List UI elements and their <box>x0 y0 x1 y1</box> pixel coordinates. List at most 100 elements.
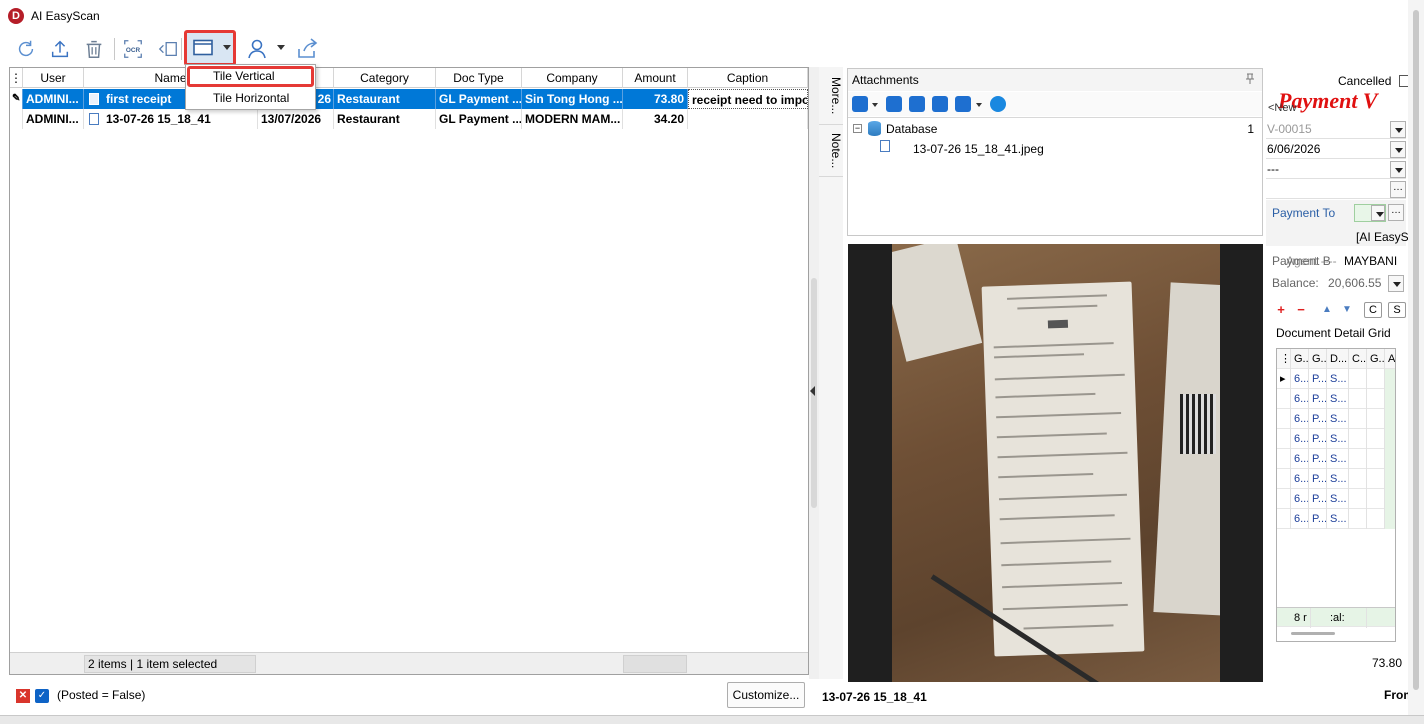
clear-filter-icon[interactable]: ✕ <box>16 689 30 703</box>
row-indicator <box>1277 469 1291 489</box>
column-header-g1[interactable]: G... <box>1291 349 1309 369</box>
cell <box>1349 449 1367 469</box>
table-row[interactable]: 6... P... S... 7 <box>1277 389 1395 409</box>
detail-grid-hscroll[interactable] <box>1291 632 1335 635</box>
table-row[interactable]: 6... P... S... 4 <box>1277 509 1395 529</box>
image-file-icon <box>880 140 890 152</box>
cloud-upload-icon[interactable] <box>990 96 1006 112</box>
cell: S... <box>1327 509 1349 529</box>
ellipsis-button[interactable]: … <box>1390 181 1406 198</box>
refresh-icon[interactable] <box>14 37 38 61</box>
table-row[interactable]: ✎ ADMINI... first receipt 26 Restaurant … <box>10 89 808 109</box>
tab-more[interactable]: More... <box>819 71 843 125</box>
link-icon[interactable] <box>852 96 868 112</box>
column-header-company[interactable]: Company <box>522 68 623 88</box>
move-down-icon[interactable]: ▼ <box>1338 302 1356 318</box>
add-row-icon[interactable]: + <box>1272 302 1290 318</box>
payment-to-lookup-button[interactable]: … <box>1388 204 1404 221</box>
column-header-amount[interactable]: A <box>1385 349 1395 369</box>
filter-expression[interactable]: (Posted = False) <box>57 688 145 702</box>
payment-to-section: Payment To … [AI EasyS <box>1266 200 1409 246</box>
scrollbar-thumb[interactable] <box>1413 10 1419 690</box>
layout-dropdown-arrow-icon[interactable] <box>223 45 231 50</box>
column-header-caption[interactable]: Caption <box>688 68 808 88</box>
summary-total-label: :al: <box>1327 608 1367 628</box>
pin-icon[interactable] <box>1244 73 1256 85</box>
customize-button[interactable]: Customize... <box>727 682 805 708</box>
edit-attachment-icon[interactable] <box>909 96 925 112</box>
upload-icon[interactable] <box>48 37 72 61</box>
layout-dropdown-menu: Tile Vertical Tile Horizontal <box>185 64 316 110</box>
collapse-node-icon[interactable]: − <box>853 124 862 133</box>
row-indicator <box>1277 489 1291 509</box>
attachment-preview <box>848 244 1263 682</box>
delete-attachment-icon[interactable] <box>886 96 902 112</box>
row-selector-header-icon[interactable]: ⋮ <box>10 68 23 88</box>
column-header-selector[interactable]: ⋮ <box>1277 349 1291 369</box>
save-dropdown-arrow-icon[interactable] <box>976 103 982 107</box>
remove-row-icon[interactable]: − <box>1292 302 1310 318</box>
tab-notes[interactable]: Note... <box>819 127 843 177</box>
filter-enabled-checkbox[interactable]: ✓ <box>35 689 49 703</box>
balance-row: Balance: 20,606.55 <box>1272 276 1381 290</box>
column-header-doc-type[interactable]: Doc Type <box>436 68 522 88</box>
split-icon[interactable] <box>156 37 180 61</box>
date-field[interactable]: 6/06/2026 <box>1266 140 1406 159</box>
detail-grid-header: ⋮ G... G... D... C... G... A <box>1277 349 1395 369</box>
dash-field[interactable]: --- <box>1266 160 1406 179</box>
cell-caption[interactable]: receipt need to impo <box>688 89 808 109</box>
tree-node-file[interactable]: 13-07-26 15_18_41.jpeg <box>913 142 1044 156</box>
doc-no-field[interactable]: V-00015 <box>1266 120 1406 139</box>
user-dropdown-arrow-icon[interactable] <box>277 45 285 50</box>
link-dropdown-arrow-icon[interactable] <box>872 103 878 107</box>
column-header-category[interactable]: Category <box>334 68 436 88</box>
balance-value: 20,606.55 <box>1328 276 1382 290</box>
cell: 4 <box>1385 409 1395 429</box>
table-row[interactable]: 6... P... S... 4 <box>1277 409 1395 429</box>
user-icon[interactable] <box>246 37 270 61</box>
row-indicator <box>1277 449 1291 469</box>
dash-dropdown-icon[interactable] <box>1390 161 1406 178</box>
column-header-amount[interactable]: Amount <box>623 68 688 88</box>
menu-item-tile-horizontal[interactable]: Tile Horizontal <box>187 88 314 109</box>
payment-to-input[interactable] <box>1354 204 1386 222</box>
view-attachment-icon[interactable] <box>932 96 948 112</box>
database-icon <box>868 121 881 136</box>
tree-node-database[interactable]: Database <box>886 122 937 136</box>
item-count-status: 2 items | 1 item selected <box>84 655 256 673</box>
delete-icon[interactable] <box>82 37 106 61</box>
column-header-g2[interactable]: G... <box>1309 349 1327 369</box>
ellipsis-field[interactable]: … <box>1266 180 1406 199</box>
cell: P... <box>1309 489 1327 509</box>
column-header-user[interactable]: User <box>23 68 84 88</box>
date-dropdown-icon[interactable] <box>1390 141 1406 158</box>
move-up-icon[interactable]: ▲ <box>1318 302 1336 318</box>
doc-no-dropdown-icon[interactable] <box>1390 121 1406 138</box>
payment-to-dropdown-icon[interactable] <box>1371 205 1385 221</box>
share-icon[interactable] <box>295 37 319 61</box>
table-row[interactable]: 6... P... S... 4 <box>1277 489 1395 509</box>
cell: 6... <box>1291 469 1309 489</box>
column-header-g3[interactable]: G... <box>1367 349 1385 369</box>
collapse-arrow-icon[interactable] <box>810 386 815 396</box>
preview-caption: 13-07-26 15_18_41 <box>822 690 927 704</box>
table-row[interactable]: 6... P... S... 1 <box>1277 469 1395 489</box>
table-row[interactable]: 6... P... S... 4 <box>1277 429 1395 449</box>
cell <box>1349 429 1367 449</box>
column-header-c[interactable]: C... <box>1349 349 1367 369</box>
layout-button[interactable] <box>184 30 236 66</box>
grid-s-button[interactable]: S <box>1388 302 1406 318</box>
table-row[interactable]: 6... P... S... 1 <box>1277 449 1395 469</box>
ocr-icon[interactable]: OCR <box>121 37 145 61</box>
current-row-icon: ▸ <box>1277 369 1291 389</box>
table-row[interactable]: ▸ 6... P... S... 8 <box>1277 369 1395 389</box>
table-row[interactable]: ADMINI... 13-07-26 15_18_41 13/07/2026 R… <box>10 109 808 129</box>
save-attachment-icon[interactable] <box>955 96 971 112</box>
grid-c-button[interactable]: C <box>1364 302 1382 318</box>
menu-item-tile-vertical[interactable]: Tile Vertical <box>187 66 314 87</box>
qr-code-image <box>1180 394 1216 454</box>
balance-dropdown-icon[interactable] <box>1388 275 1404 292</box>
right-panel-scrollbar[interactable] <box>1408 0 1424 715</box>
payment-voucher-panel: Cancelled Payment V <New V-00015 6/06/20… <box>1266 68 1414 702</box>
column-header-d[interactable]: D... <box>1327 349 1349 369</box>
